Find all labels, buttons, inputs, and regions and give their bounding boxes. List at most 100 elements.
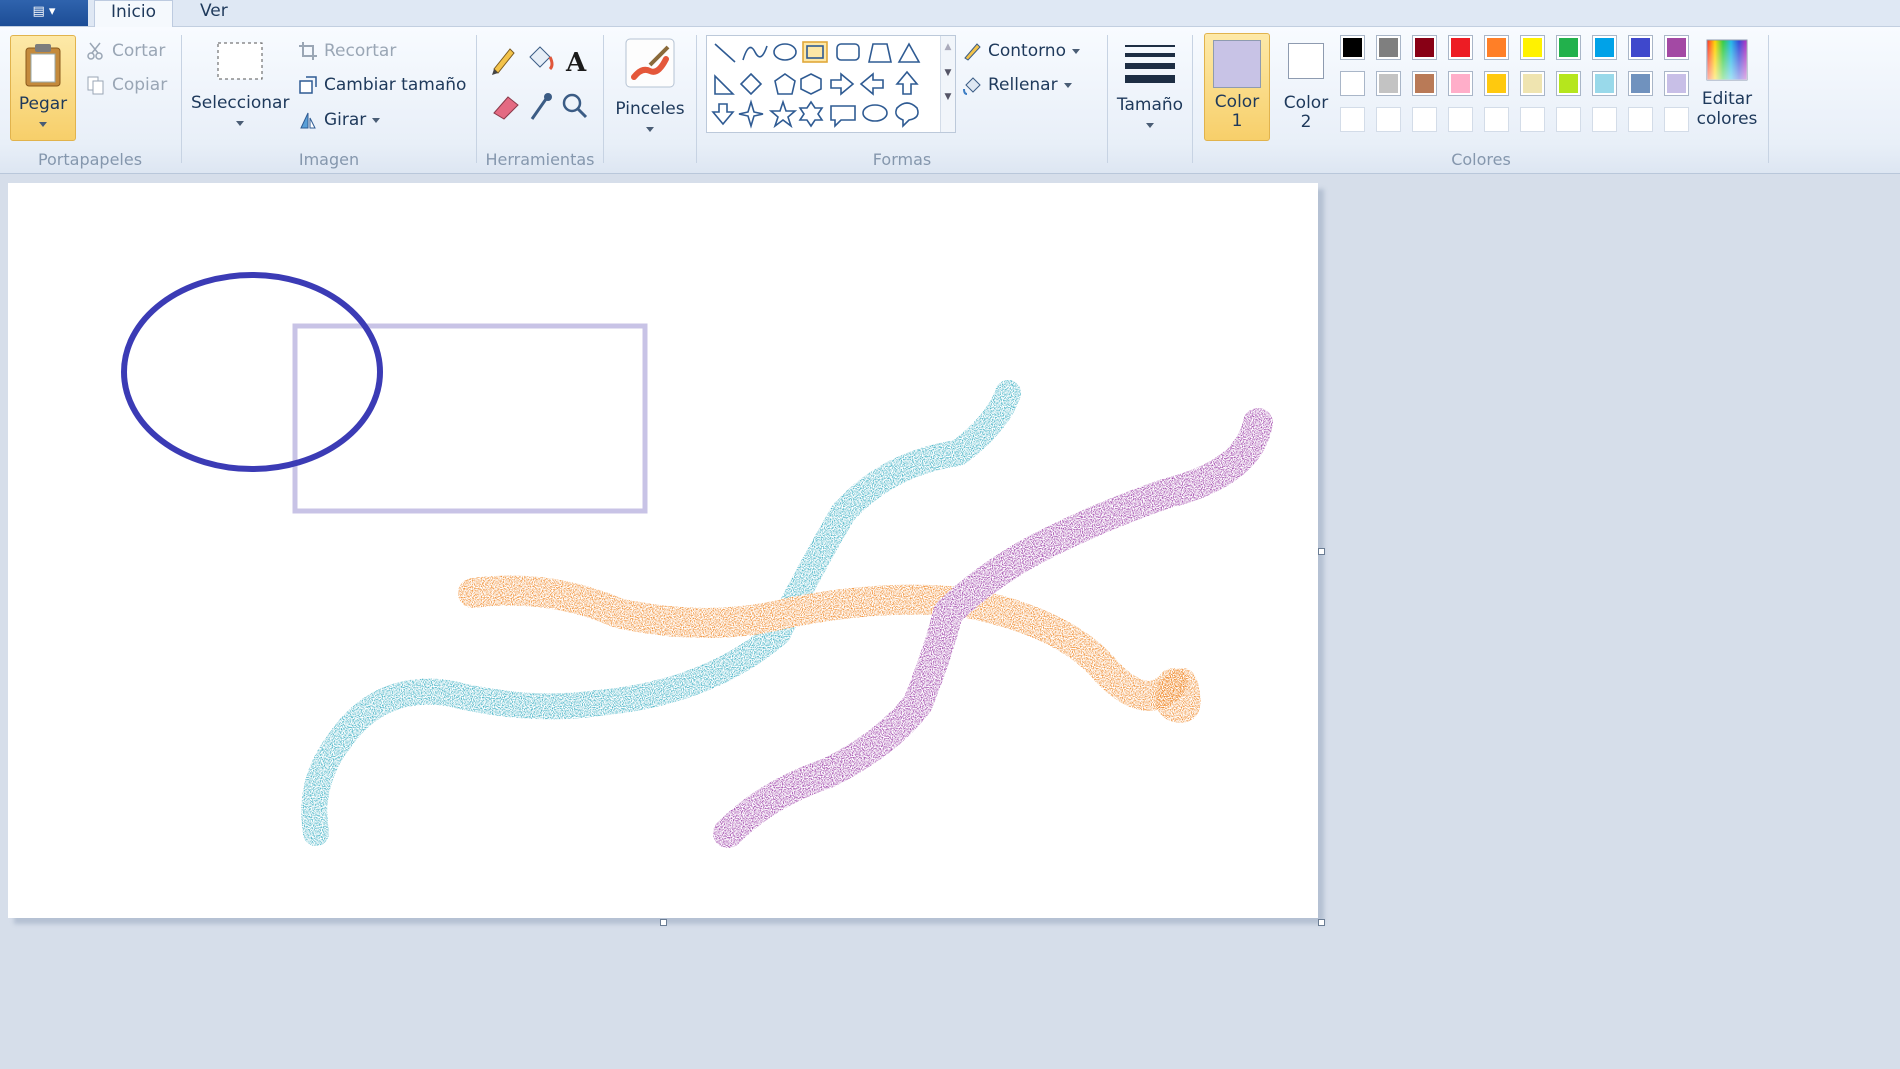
palette-swatch[interactable] [1448, 71, 1473, 96]
cut-button[interactable]: Cortar [86, 37, 165, 65]
oval-shape-icon [773, 43, 797, 61]
four-point-star-icon [738, 99, 764, 129]
palette-swatch[interactable] [1448, 35, 1473, 60]
resize-icon [299, 76, 317, 94]
drawing-canvas[interactable] [8, 183, 1318, 918]
crop-button[interactable]: Recortar [298, 37, 396, 65]
paste-button[interactable]: Pegar [10, 35, 76, 141]
tools-grid: A [492, 46, 588, 120]
brushes-button[interactable]: Pinceles [611, 33, 689, 143]
palette-swatch[interactable] [1340, 35, 1365, 60]
size-dropdown-icon [1146, 123, 1154, 128]
expand-gallery-icon[interactable]: ▼ [941, 92, 955, 102]
lavender-rectangle [292, 323, 648, 514]
palette-swatch-empty[interactable] [1376, 107, 1401, 132]
palette-swatch-empty[interactable] [1340, 107, 1365, 132]
rainbow-icon [1706, 39, 1748, 81]
tab-ver[interactable]: Ver [184, 0, 244, 26]
select-button[interactable]: Seleccionar [191, 33, 289, 143]
shapes-group-label: Formas [872, 150, 932, 169]
outline-dropdown-icon [1071, 48, 1080, 54]
palette-swatch[interactable] [1556, 71, 1581, 96]
tab-strip: ▤ ▾ Inicio Ver [0, 0, 1900, 27]
resize-handle-right[interactable] [1318, 548, 1325, 555]
colors-group-label: Colores [1451, 150, 1511, 169]
brushes-label: Pinceles [615, 99, 685, 119]
ribbon: Pegar Cortar Copiar Portapapeles Selecci… [0, 27, 1900, 174]
palette-swatch-empty[interactable] [1592, 107, 1617, 132]
resize-handle-bottom[interactable] [660, 919, 667, 926]
color1-button[interactable]: Color 1 [1204, 33, 1270, 141]
selection-rect-icon [217, 42, 263, 80]
pencil-icon[interactable] [492, 48, 515, 75]
palette-swatch[interactable] [1520, 71, 1545, 96]
shapes-scroll[interactable]: ▲ ▼ ▼ [940, 36, 955, 132]
shapes-gallery[interactable]: ▲ ▼ ▼ [706, 35, 956, 133]
palette-swatch[interactable] [1520, 35, 1545, 60]
copy-label: Copiar [112, 75, 168, 95]
separator [1192, 35, 1193, 163]
outline-pencil-icon [964, 43, 981, 61]
palette-swatch[interactable] [1484, 71, 1509, 96]
magnifier-icon[interactable] [562, 93, 588, 119]
clipboard-group-label: Portapapeles [37, 150, 143, 169]
resize-handle-corner[interactable] [1318, 919, 1325, 926]
fill-bucket-small-icon [963, 77, 981, 95]
palette-swatch[interactable] [1664, 71, 1689, 96]
rotate-icon [300, 112, 316, 129]
size-button[interactable]: Tamaño [1113, 33, 1187, 143]
palette-swatch-empty[interactable] [1484, 107, 1509, 132]
drawing [121, 272, 1273, 848]
palette-swatch[interactable] [1412, 35, 1437, 60]
eraser-icon[interactable] [493, 96, 519, 120]
separator [696, 35, 697, 163]
text-tool-icon[interactable]: A [565, 48, 587, 78]
palette-swatch-empty[interactable] [1412, 107, 1437, 132]
palette-swatch-empty[interactable] [1448, 107, 1473, 132]
crop-icon [299, 42, 317, 60]
scroll-up-icon[interactable]: ▲ [941, 42, 955, 52]
down-arrow-shape-icon [711, 103, 735, 126]
palette-swatch[interactable] [1376, 71, 1401, 96]
palette-swatch-empty[interactable] [1520, 107, 1545, 132]
curve-shape-icon [742, 45, 768, 61]
outline-button[interactable]: Contorno [962, 37, 1080, 65]
swatch-fill [1487, 74, 1506, 93]
scroll-down-icon[interactable]: ▼ [941, 68, 955, 78]
swatch-fill [1343, 74, 1362, 93]
cloud-callout-icon [895, 102, 919, 128]
color-picker-icon[interactable] [530, 93, 552, 120]
color2-button[interactable]: Color 2 [1274, 33, 1338, 139]
size-label: Tamaño [1116, 95, 1184, 115]
swatch-fill [1523, 74, 1542, 93]
palette-swatch[interactable] [1592, 35, 1617, 60]
tab-inicio[interactable]: Inicio [94, 0, 173, 27]
palette-swatch[interactable] [1412, 71, 1437, 96]
palette-swatch-empty[interactable] [1628, 107, 1653, 132]
palette-swatch[interactable] [1484, 35, 1509, 60]
copy-button[interactable]: Copiar [86, 71, 167, 99]
palette-swatch-empty[interactable] [1664, 107, 1689, 132]
palette-swatch[interactable] [1592, 71, 1617, 96]
app-menu-button[interactable]: ▤ ▾ [0, 0, 88, 26]
resize-button[interactable]: Cambiar tamaño [298, 71, 466, 99]
edit-colors-button[interactable]: Editar colores [1690, 33, 1764, 143]
palette-swatch[interactable] [1628, 71, 1653, 96]
swatch-fill [1343, 38, 1362, 57]
rotate-button[interactable]: Girar [298, 106, 381, 134]
size-group: Tamaño [1109, 27, 1191, 173]
swatch-fill [1595, 38, 1614, 57]
palette-swatch[interactable] [1340, 71, 1365, 96]
fill-button[interactable]: Rellenar [962, 71, 1072, 99]
swatch-fill [1451, 74, 1470, 93]
fill-bucket-icon[interactable] [529, 46, 554, 71]
swatch-fill [1667, 74, 1686, 93]
oval-callout-icon [862, 104, 888, 122]
image-group-label: Imagen [298, 150, 360, 169]
palette-swatch-empty[interactable] [1556, 107, 1581, 132]
crop-label: Recortar [324, 41, 397, 61]
palette-swatch[interactable] [1556, 35, 1581, 60]
palette-swatch[interactable] [1628, 35, 1653, 60]
palette-swatch[interactable] [1376, 35, 1401, 60]
palette-swatch[interactable] [1664, 35, 1689, 60]
